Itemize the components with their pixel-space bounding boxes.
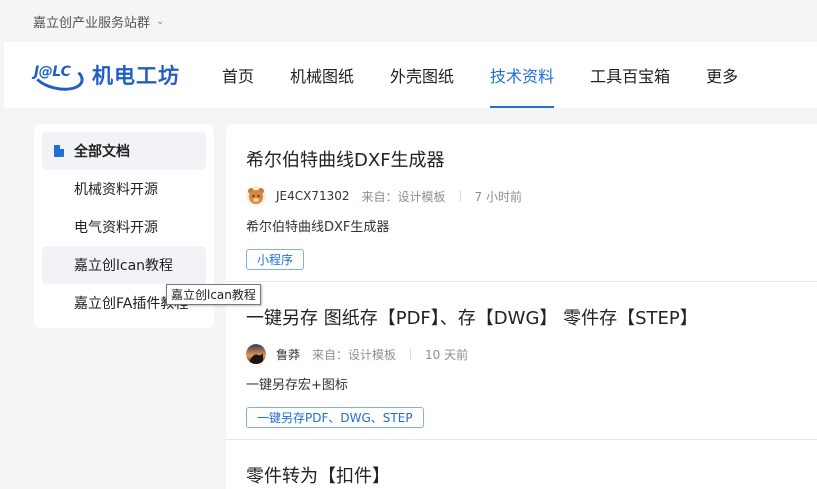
article-source: 来自：设计模板 bbox=[361, 189, 446, 204]
main-header: J@LC 机电工坊 首页 机械图纸 外壳图纸 技术资料 工具百宝箱 更多 bbox=[4, 42, 817, 108]
author-name[interactable]: 鲁莽 bbox=[276, 346, 300, 363]
article-title[interactable]: 零件转为【扣件】 bbox=[246, 462, 817, 488]
article-meta: 鲁莽 来自：设计模板 10 天前 bbox=[246, 344, 817, 364]
document-icon bbox=[54, 145, 64, 157]
list-item: 希尔伯特曲线DXF生成器 JE4CX71302 来自：设计模板 7 小时前 希尔… bbox=[246, 146, 817, 270]
nav-home[interactable]: 首页 bbox=[222, 42, 254, 108]
nav-more[interactable]: 更多 bbox=[706, 42, 738, 108]
nav-enclosure-drawings[interactable]: 外壳图纸 bbox=[390, 42, 454, 108]
sidebar-item-all-docs[interactable]: 全部文档 bbox=[42, 132, 206, 170]
sidebar-item-electrical-open[interactable]: 电气资料开源 bbox=[42, 208, 206, 246]
article-description: 希尔伯特曲线DXF生成器 bbox=[246, 220, 390, 235]
article-tag[interactable]: 一键另存PDF、DWG、STEP bbox=[246, 407, 424, 428]
avatar[interactable] bbox=[246, 344, 266, 364]
list-item: 一键另存 图纸存【PDF】、存【DWG】 零件存【STEP】 鲁莽 来自：设计模… bbox=[246, 304, 817, 428]
jlc-logo-icon: J@LC bbox=[29, 56, 87, 96]
sidebar-item-label: 全部文档 bbox=[74, 144, 130, 160]
site-logo[interactable]: J@LC 机电工坊 bbox=[29, 56, 222, 96]
article-time: 10 天前 bbox=[425, 347, 469, 362]
sidebar-tooltip: 嘉立创lcan教程 bbox=[166, 284, 261, 305]
meta-divider bbox=[410, 348, 412, 360]
chevron-down-icon[interactable]: ⌄ bbox=[156, 16, 164, 27]
meta-divider bbox=[459, 190, 461, 202]
article-divider bbox=[226, 439, 817, 440]
nav-mechanical-drawings[interactable]: 机械图纸 bbox=[290, 42, 354, 108]
nav-toolbox[interactable]: 工具百宝箱 bbox=[590, 42, 670, 108]
article-time: 7 小时前 bbox=[474, 189, 522, 204]
main-nav: 首页 机械图纸 外壳图纸 技术资料 工具百宝箱 更多 bbox=[222, 42, 774, 108]
nav-tech-docs[interactable]: 技术资料 bbox=[490, 42, 555, 108]
article-divider bbox=[226, 281, 817, 282]
sidebar-item-label: 电气资料开源 bbox=[74, 220, 158, 236]
sidebar-item-label: 机械资料开源 bbox=[74, 182, 158, 198]
article-list: 希尔伯特曲线DXF生成器 JE4CX71302 来自：设计模板 7 小时前 希尔… bbox=[226, 124, 817, 489]
sidebar-item-lcan-tutorial[interactable]: 嘉立创lcan教程 bbox=[42, 246, 206, 284]
sidebar-item-label: 嘉立创lcan教程 bbox=[74, 258, 174, 274]
article-title[interactable]: 一键另存 图纸存【PDF】、存【DWG】 零件存【STEP】 bbox=[246, 304, 817, 330]
sidebar-item-mechanical-open[interactable]: 机械资料开源 bbox=[42, 170, 206, 208]
author-name[interactable]: JE4CX71302 bbox=[276, 189, 350, 203]
article-title[interactable]: 希尔伯特曲线DXF生成器 bbox=[246, 146, 817, 172]
site-group-bar: 嘉立创产业服务站群 ⌄ bbox=[0, 0, 817, 42]
article-tag[interactable]: 小程序 bbox=[246, 249, 305, 270]
article-source: 来自：设计模板 bbox=[312, 347, 397, 362]
logo-name: 机电工坊 bbox=[92, 64, 180, 88]
avatar[interactable] bbox=[246, 186, 266, 206]
site-group-selector[interactable]: 嘉立创产业服务站群 bbox=[33, 12, 150, 31]
article-meta: JE4CX71302 来自：设计模板 7 小时前 bbox=[246, 186, 817, 206]
list-item: 零件转为【扣件】 bbox=[246, 462, 817, 488]
article-description: 一键另存宏+图标 bbox=[246, 378, 348, 393]
